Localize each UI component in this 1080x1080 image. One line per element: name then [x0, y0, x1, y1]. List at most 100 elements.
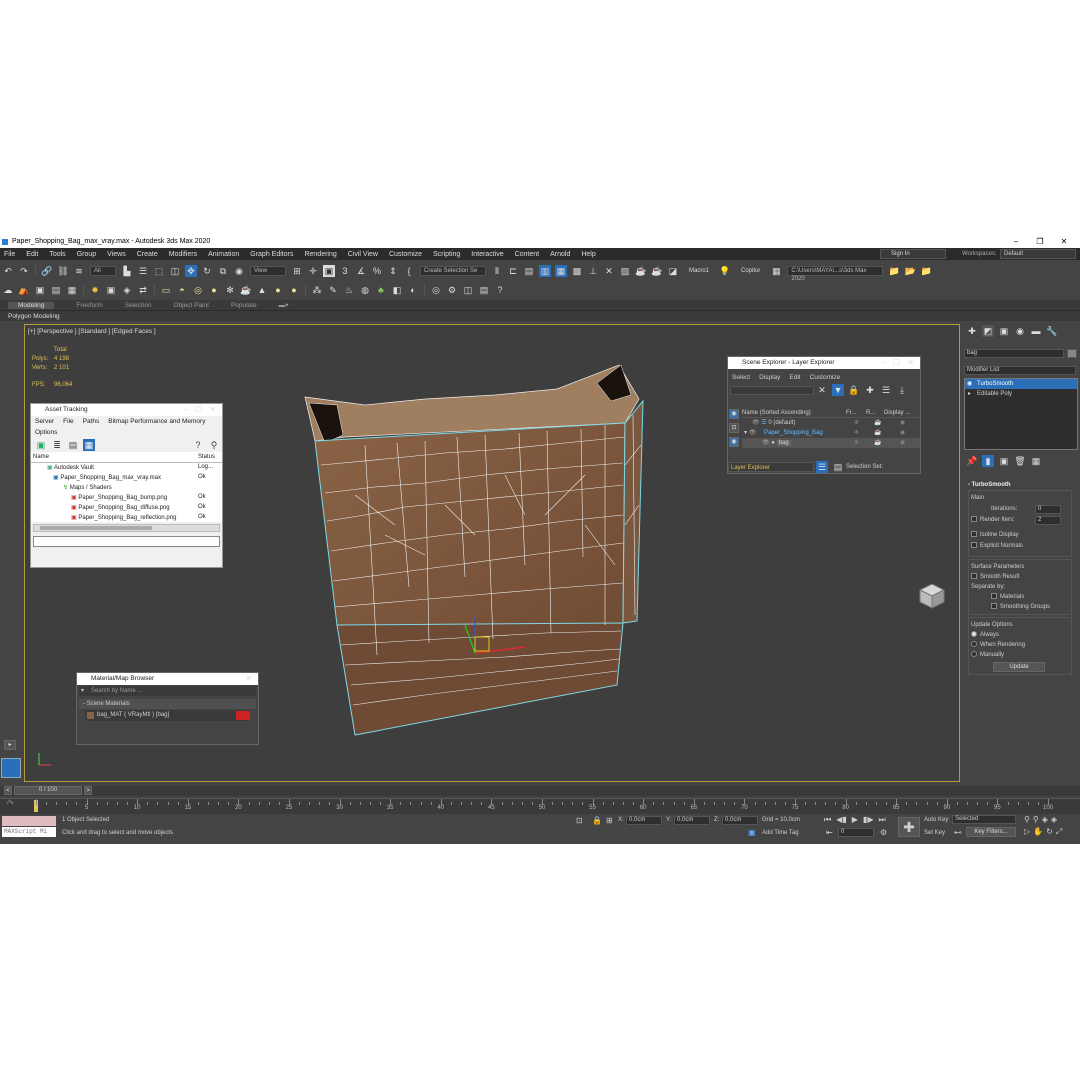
- rendered-frame-icon[interactable]: ☕: [635, 265, 647, 277]
- menu-group[interactable]: Group: [77, 251, 96, 258]
- asset-menu-paths[interactable]: Paths: [83, 418, 100, 425]
- menu-civil-view[interactable]: Civil View: [348, 251, 378, 258]
- absolute-mode-icon[interactable]: ⊞: [606, 816, 613, 825]
- asset-col-status[interactable]: Status: [196, 452, 222, 463]
- select-rotate-icon[interactable]: ↻: [201, 265, 213, 277]
- settings-icon[interactable]: ⚙: [446, 284, 458, 296]
- particles-icon[interactable]: ⁂: [311, 284, 323, 296]
- asset-menu-server[interactable]: Server: [35, 418, 54, 425]
- spinner-snap-icon[interactable]: ⇕: [387, 265, 399, 277]
- zoom-extents-all-icon[interactable]: ◈: [1051, 815, 1057, 824]
- material-browser-title-bar[interactable]: Material/Map Browser ✕: [77, 673, 258, 685]
- eye-icon[interactable]: 👁: [749, 430, 757, 436]
- viewcube-icon[interactable]: [910, 576, 950, 618]
- shape-icon[interactable]: ◈: [121, 284, 133, 296]
- help-icon[interactable]: ?: [494, 284, 506, 296]
- asset-table-icon[interactable]: ▦: [83, 439, 95, 451]
- menu-edit[interactable]: Edit: [26, 251, 38, 258]
- select-move-icon[interactable]: ✥: [185, 265, 197, 277]
- maxscript-listener-pink[interactable]: [2, 816, 56, 826]
- image-icon[interactable]: ▣: [34, 284, 46, 296]
- maximize-button[interactable]: ❐: [1028, 236, 1052, 248]
- eye-icon[interactable]: 👁: [762, 440, 770, 446]
- flip-icon[interactable]: ⇄: [137, 284, 149, 296]
- scene-col-r[interactable]: R...: [866, 409, 884, 417]
- asset-help-icon[interactable]: ?: [192, 439, 204, 451]
- grid-icon[interactable]: ▦: [66, 284, 78, 296]
- selection-lock-icon[interactable]: 🔒: [592, 816, 602, 825]
- ribbon-panel-polygon-modeling[interactable]: Polygon Modeling: [0, 310, 1080, 321]
- script-icon[interactable]: ▤: [478, 284, 490, 296]
- link-icon[interactable]: 🔗: [41, 265, 53, 277]
- plane-icon[interactable]: ▭: [160, 284, 172, 296]
- curve-editor-icon[interactable]: ▩: [571, 265, 583, 277]
- prev-key-icon[interactable]: ◀▮: [836, 815, 847, 825]
- viewport-layout-icon[interactable]: [1, 758, 21, 778]
- table-row[interactable]: ↯ Maps / Shaders: [31, 482, 222, 492]
- reference-coord-dropdown[interactable]: View: [250, 266, 286, 276]
- manually-radio[interactable]: [971, 651, 977, 658]
- asset-maximize-icon[interactable]: ☐: [195, 404, 202, 416]
- menu-graph-editors[interactable]: Graph Editors: [250, 251, 293, 258]
- scene-col-display[interactable]: Display ...: [884, 409, 920, 417]
- smoothing-groups-checkbox[interactable]: [991, 603, 997, 610]
- bulb-icon[interactable]: 💡: [719, 265, 731, 277]
- asset-scroll-thumb[interactable]: [40, 526, 152, 530]
- ball-icon[interactable]: ●: [288, 284, 300, 296]
- pin-stack-icon[interactable]: 📌: [966, 455, 978, 467]
- scene-explorer-title-bar[interactable]: Scene Explorer - Layer Explorer – ☐ ✕: [728, 357, 920, 369]
- mirror-icon[interactable]: ⫴: [491, 265, 503, 277]
- viewport-label[interactable]: [+] [Perspective ] [Standard ] [Edged Fa…: [28, 328, 156, 335]
- display-tab-icon[interactable]: ▬: [1030, 325, 1042, 337]
- when-rendering-radio[interactable]: [971, 641, 977, 648]
- expand-left-icon[interactable]: ▸: [4, 740, 16, 750]
- folder-new-icon[interactable]: 📁: [920, 265, 932, 277]
- expand-arrow-icon[interactable]: ▾: [744, 430, 747, 436]
- menu-interactive[interactable]: Interactive: [471, 251, 503, 258]
- scene-search-input[interactable]: [730, 385, 814, 395]
- smooth-result-checkbox[interactable]: [971, 573, 977, 580]
- rect-selection-icon[interactable]: ⬚: [153, 265, 165, 277]
- scene-col-fr[interactable]: Fr...: [846, 409, 866, 417]
- menu-scripting[interactable]: Scripting: [433, 251, 460, 258]
- menu-modifiers[interactable]: Modifiers: [169, 251, 197, 258]
- select-scale-icon[interactable]: ⧉: [217, 265, 229, 277]
- pivot-center-icon[interactable]: ⊞: [291, 265, 303, 277]
- pan-icon[interactable]: ✋: [1033, 827, 1043, 837]
- select-object-icon[interactable]: ▙: [121, 265, 133, 277]
- scene-side-icon-2[interactable]: ⊡: [729, 423, 739, 433]
- material-search-input[interactable]: ▾ Search by Name ...: [79, 686, 256, 696]
- render-icon[interactable]: ☕: [651, 265, 663, 277]
- place-icon[interactable]: ◉: [233, 265, 245, 277]
- workspaces-dropdown[interactable]: Default: [1000, 249, 1076, 259]
- keyboard-shortcut-icon[interactable]: ▣: [323, 265, 335, 277]
- close-button[interactable]: ✕: [1052, 236, 1076, 248]
- hemisphere-icon[interactable]: ◓: [176, 284, 188, 296]
- auto-key-button[interactable]: Auto Key: [924, 817, 948, 823]
- table-row[interactable]: ▣ Paper_Shopping_Bag_max_vray.max Ok: [31, 472, 222, 482]
- modifier-editable-poly[interactable]: ▸ Editable Poly: [965, 389, 1077, 399]
- scene-lock-icon[interactable]: 🔒: [848, 384, 860, 396]
- hierarchy-tab-icon[interactable]: ▣: [998, 325, 1010, 337]
- macro-label[interactable]: Macro1: [689, 268, 709, 274]
- fur-icon[interactable]: ♨: [343, 284, 355, 296]
- tent-icon[interactable]: ⛺: [18, 284, 30, 296]
- render-teapot-icon[interactable]: ☕: [874, 428, 881, 438]
- asset-view-icon[interactable]: ▣: [35, 439, 47, 451]
- y-coordinate-field[interactable]: 0,0cm: [674, 816, 710, 825]
- expand-arrow-icon[interactable]: ▸: [968, 389, 971, 399]
- disc-icon[interactable]: ●: [272, 284, 284, 296]
- ribbon-toggle-icon[interactable]: ▦: [555, 265, 567, 277]
- scene-menu-select[interactable]: Select: [732, 374, 750, 381]
- asset-minimize-icon[interactable]: –: [184, 404, 188, 416]
- modifier-turbosmooth[interactable]: ◉ TurboSmooth: [965, 379, 1077, 389]
- render-iterative-icon[interactable]: ◪: [667, 265, 679, 277]
- window-crossing-icon[interactable]: ◫: [169, 265, 181, 277]
- scene-explorer-icon[interactable]: ▥: [539, 265, 551, 277]
- always-radio[interactable]: [971, 631, 977, 638]
- prev-frame-arrow-icon[interactable]: <: [4, 786, 12, 795]
- key-filters-button[interactable]: Key Filters...: [966, 827, 1016, 837]
- create-tab-icon[interactable]: ✚: [966, 325, 978, 337]
- key-filter-icon[interactable]: ⊷: [954, 828, 962, 837]
- footer-layers-icon[interactable]: ☰: [816, 461, 828, 473]
